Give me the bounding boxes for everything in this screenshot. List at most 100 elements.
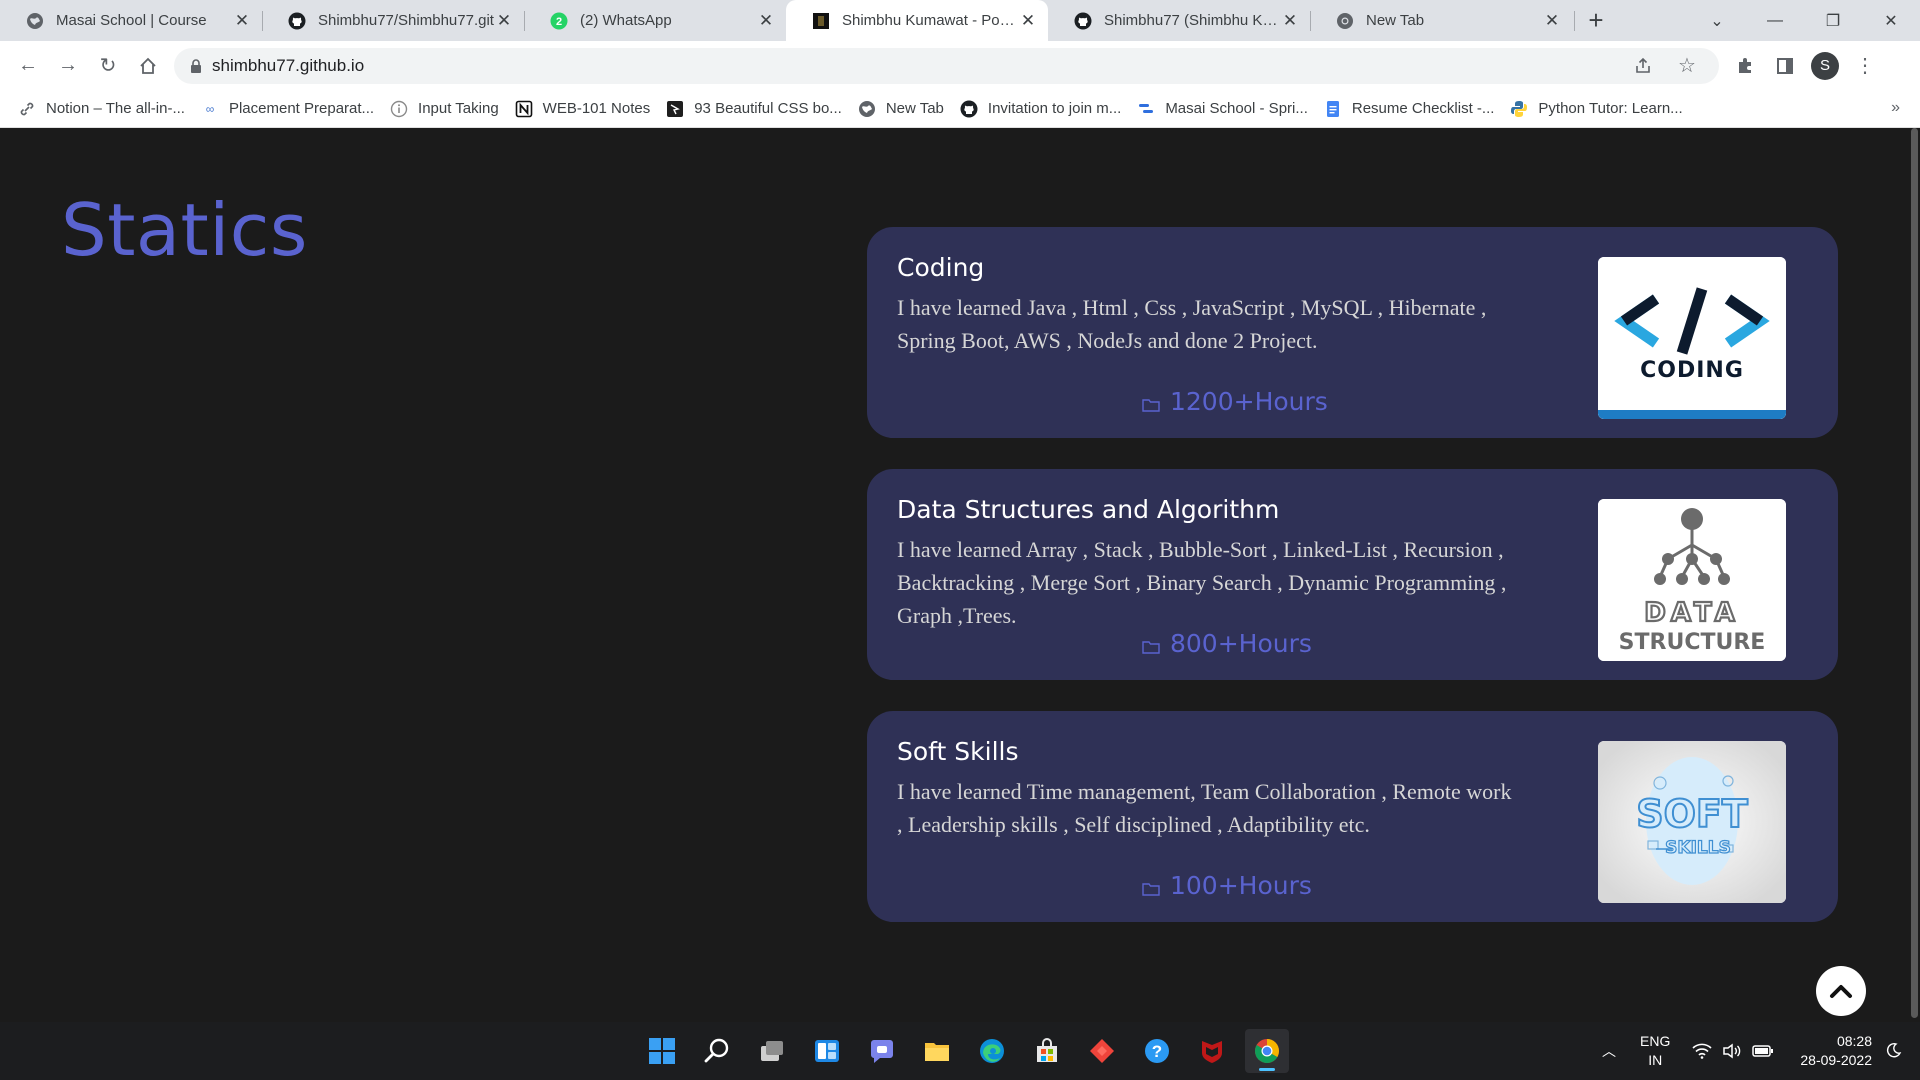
close-icon[interactable]: ✕ xyxy=(232,11,252,31)
clock[interactable]: 08:28 28-09-2022 xyxy=(1800,1032,1872,1070)
github-icon xyxy=(960,100,978,118)
bookmark-label: Masai School - Spri... xyxy=(1165,100,1308,117)
share-icon xyxy=(1636,57,1650,73)
close-icon[interactable]: ✕ xyxy=(494,11,514,31)
show-hidden-icons-button[interactable]: ︿ xyxy=(1602,1041,1616,1061)
forward-button[interactable]: → xyxy=(48,46,88,86)
tab-github-profile[interactable]: Shimbhu77 (Shimbhu Kuma ✕ xyxy=(1048,0,1310,41)
close-icon[interactable]: ✕ xyxy=(756,11,776,31)
card-title: Data Structures and Algorithm xyxy=(897,495,1280,524)
bookmark-label: Resume Checklist -... xyxy=(1351,100,1495,117)
share-button[interactable] xyxy=(1623,46,1663,86)
folder-icon xyxy=(1142,882,1160,896)
shield-icon xyxy=(1202,1041,1222,1063)
side-panel-icon xyxy=(1777,57,1793,74)
bookmark-notion[interactable]: Notion – The all-in-... xyxy=(10,94,193,124)
scrollbar-thumb[interactable] xyxy=(1911,128,1918,1018)
close-icon[interactable]: ✕ xyxy=(1018,11,1038,31)
star-icon: ☆ xyxy=(1678,55,1696,77)
chevron-up-icon xyxy=(1830,985,1852,998)
bookmark-new-tab[interactable]: New Tab xyxy=(850,94,952,124)
tab-whatsapp[interactable]: 2 (2) WhatsApp ✕ xyxy=(524,0,786,41)
chevron-down-icon: ⌄ xyxy=(1710,12,1724,30)
soft-skills-image-label-2: SKILLS xyxy=(1665,838,1731,858)
chrome-button[interactable] xyxy=(1245,1029,1289,1073)
bookmark-invitation[interactable]: Invitation to join m... xyxy=(952,94,1129,124)
anydesk-button[interactable] xyxy=(1080,1029,1124,1073)
mcafee-button[interactable] xyxy=(1190,1029,1234,1073)
tab-title: (2) WhatsApp xyxy=(580,12,672,29)
bookmarks-bar: Notion – The all-in-... ∞ Placement Prep… xyxy=(0,90,1920,128)
search-icon xyxy=(704,1038,729,1063)
scroll-to-top-button[interactable] xyxy=(1816,966,1866,1016)
address-bar[interactable]: shimbhu77.github.io ☆ xyxy=(174,46,1719,86)
reload-button[interactable]: ↻ xyxy=(88,46,128,86)
bookmark-css-buttons[interactable]: 93 Beautiful CSS bo... xyxy=(658,94,850,124)
new-tab-button[interactable]: + xyxy=(1574,0,1616,41)
close-icon[interactable]: ✕ xyxy=(1280,11,1300,31)
data-structure-image: DATA STRUCTURE xyxy=(1598,499,1786,661)
tab-github-repo[interactable]: Shimbhu77/Shimbhu77.git ✕ xyxy=(262,0,524,41)
stat-card-soft-skills: Soft Skills I have learned Time manageme… xyxy=(867,711,1838,922)
hours-value: 1200+Hours xyxy=(1170,387,1328,416)
bookmark-star-button[interactable]: ☆ xyxy=(1667,46,1707,86)
bookmark-input-taking[interactable]: Input Taking xyxy=(382,94,507,124)
system-tray: ︿ ENG IN 08:28 28-09-2022 xyxy=(1602,1022,1920,1080)
store-icon xyxy=(1037,1038,1057,1062)
tab-masai-course[interactable]: Masai School | Course ✕ xyxy=(0,0,262,41)
reload-icon: ↻ xyxy=(99,55,117,77)
whatsapp-badge: 2 xyxy=(556,16,562,28)
bookmark-label: Notion – The all-in-... xyxy=(46,100,185,117)
svg-text:?: ? xyxy=(1152,1042,1162,1061)
info-icon xyxy=(390,100,408,118)
battery-icon xyxy=(1752,1045,1774,1057)
minimize-button[interactable]: — xyxy=(1746,0,1804,41)
tab-portfolio[interactable]: Shimbhu Kumawat - Porfoli ✕ xyxy=(786,0,1048,41)
bookmarks-overflow-button[interactable]: » xyxy=(1891,99,1900,117)
bookmark-label: Invitation to join m... xyxy=(987,100,1122,117)
notion-icon xyxy=(515,100,533,118)
bookmark-python-tutor[interactable]: Python Tutor: Learn... xyxy=(1502,94,1690,124)
tab-title: Shimbhu77 (Shimbhu Kuma xyxy=(1104,12,1280,29)
help-button[interactable]: ? xyxy=(1135,1029,1179,1073)
edge-button[interactable] xyxy=(970,1029,1014,1073)
language-indicator[interactable]: ENG IN xyxy=(1640,1032,1670,1070)
profile-button[interactable]: S xyxy=(1805,46,1845,86)
store-button[interactable] xyxy=(1025,1029,1069,1073)
back-button[interactable]: ← xyxy=(8,46,48,86)
notification-icon[interactable] xyxy=(1886,1042,1902,1061)
restore-button[interactable]: ❐ xyxy=(1804,0,1862,41)
menu-button[interactable]: ⋮ xyxy=(1845,46,1885,86)
side-panel-button[interactable] xyxy=(1765,46,1805,86)
windows-taskbar: ? ︿ ENG IN 08:28 28-09-2022 xyxy=(0,1022,1920,1080)
page-scrollbar[interactable] xyxy=(1908,128,1920,1022)
bookmark-web101[interactable]: WEB-101 Notes xyxy=(507,94,659,124)
start-button[interactable] xyxy=(640,1029,684,1073)
folder-icon xyxy=(925,1043,949,1061)
extensions-button[interactable] xyxy=(1725,46,1765,86)
tab-search-button[interactable]: ⌄ xyxy=(1688,0,1746,41)
clock-time: 08:28 xyxy=(1836,1033,1872,1049)
search-button[interactable] xyxy=(695,1029,739,1073)
task-view-button[interactable] xyxy=(750,1029,794,1073)
tab-new-tab[interactable]: New Tab ✕ xyxy=(1310,0,1572,41)
close-icon[interactable]: ✕ xyxy=(1542,11,1562,31)
bookmark-placement[interactable]: ∞ Placement Preparat... xyxy=(193,94,382,124)
quick-settings-button[interactable] xyxy=(1692,1043,1774,1059)
browser-toolbar: ← → ↻ shimbhu77.github.io ☆ S ⋮ xyxy=(0,41,1920,90)
clock-date: 28-09-2022 xyxy=(1800,1052,1872,1068)
stat-card-dsa: Data Structures and Algorithm I have lea… xyxy=(867,469,1838,680)
data-structure-image-label-1: DATA xyxy=(1644,598,1740,628)
hours-value: 800+Hours xyxy=(1170,629,1312,658)
folder-icon xyxy=(1142,640,1160,654)
home-button[interactable] xyxy=(128,46,168,86)
close-window-button[interactable]: ✕ xyxy=(1862,0,1920,41)
puzzle-icon xyxy=(1739,57,1751,73)
file-explorer-button[interactable] xyxy=(915,1029,959,1073)
bookmark-label: 93 Beautiful CSS bo... xyxy=(694,100,842,117)
teams-chat-button[interactable] xyxy=(860,1029,904,1073)
card-hours: 1200+Hours xyxy=(1142,387,1328,416)
widgets-button[interactable] xyxy=(805,1029,849,1073)
bookmark-masai-sprint[interactable]: Masai School - Spri... xyxy=(1129,94,1316,124)
bookmark-resume-checklist[interactable]: Resume Checklist -... xyxy=(1316,94,1503,124)
